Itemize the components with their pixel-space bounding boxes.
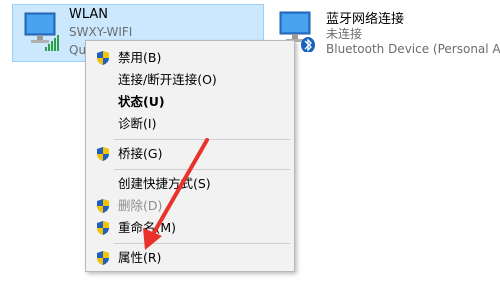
adapter-device: Bluetooth Device (Personal Are — [326, 42, 500, 56]
context-menu: 禁用(B) 连接/断开连接(O) 状态(U) 诊断(I) 桥接(G) 创建快捷方… — [85, 40, 295, 272]
menu-item-connect-disconnect[interactable]: 连接/断开连接(O) — [86, 69, 294, 91]
adapter-tile-bluetooth[interactable]: 蓝牙网络连接 未连接 Bluetooth Device (Personal Ar… — [268, 4, 500, 62]
adapter-status: 未连接 — [326, 27, 363, 41]
menu-item-create-shortcut[interactable]: 创建快捷方式(S) — [86, 173, 294, 195]
menu-item-properties[interactable]: 属性(R) — [86, 247, 294, 269]
menu-item-label: 诊断(I) — [118, 116, 157, 131]
wifi-adapter-icon — [24, 12, 59, 51]
menu-separator — [114, 139, 290, 140]
menu-item-label: 连接/断开连接(O) — [118, 72, 217, 87]
network-connections-window: WLAN SWXY-WIFI Qu 蓝牙网络连接 未连接 Bluetooth D… — [0, 0, 500, 282]
adapter-ssid: SWXY-WIFI — [69, 25, 133, 39]
menu-item-label: 创建快捷方式(S) — [118, 176, 211, 191]
menu-item-label: 状态(U) — [118, 94, 165, 109]
menu-item-status[interactable]: 状态(U) — [86, 91, 294, 113]
menu-separator — [114, 169, 290, 170]
uac-shield-icon — [97, 199, 109, 213]
menu-item-rename[interactable]: 重命名(M) — [86, 217, 294, 239]
uac-shield-icon — [97, 221, 109, 235]
uac-shield-icon — [97, 251, 109, 265]
menu-item-delete: 删除(D) — [86, 195, 294, 217]
menu-item-label: 删除(D) — [118, 198, 163, 213]
menu-item-label: 禁用(B) — [118, 50, 162, 65]
adapter-name: WLAN — [69, 7, 109, 22]
menu-item-label: 桥接(G) — [118, 146, 163, 161]
menu-item-bridge[interactable]: 桥接(G) — [86, 143, 294, 165]
uac-shield-icon — [97, 147, 109, 161]
menu-item-label: 属性(R) — [118, 250, 162, 265]
menu-separator — [114, 243, 290, 244]
adapter-status: Qu — [69, 43, 87, 57]
uac-shield-icon — [97, 51, 109, 65]
menu-item-label: 重命名(M) — [118, 220, 177, 235]
menu-item-disable[interactable]: 禁用(B) — [86, 47, 294, 69]
menu-item-diagnose[interactable]: 诊断(I) — [86, 113, 294, 135]
